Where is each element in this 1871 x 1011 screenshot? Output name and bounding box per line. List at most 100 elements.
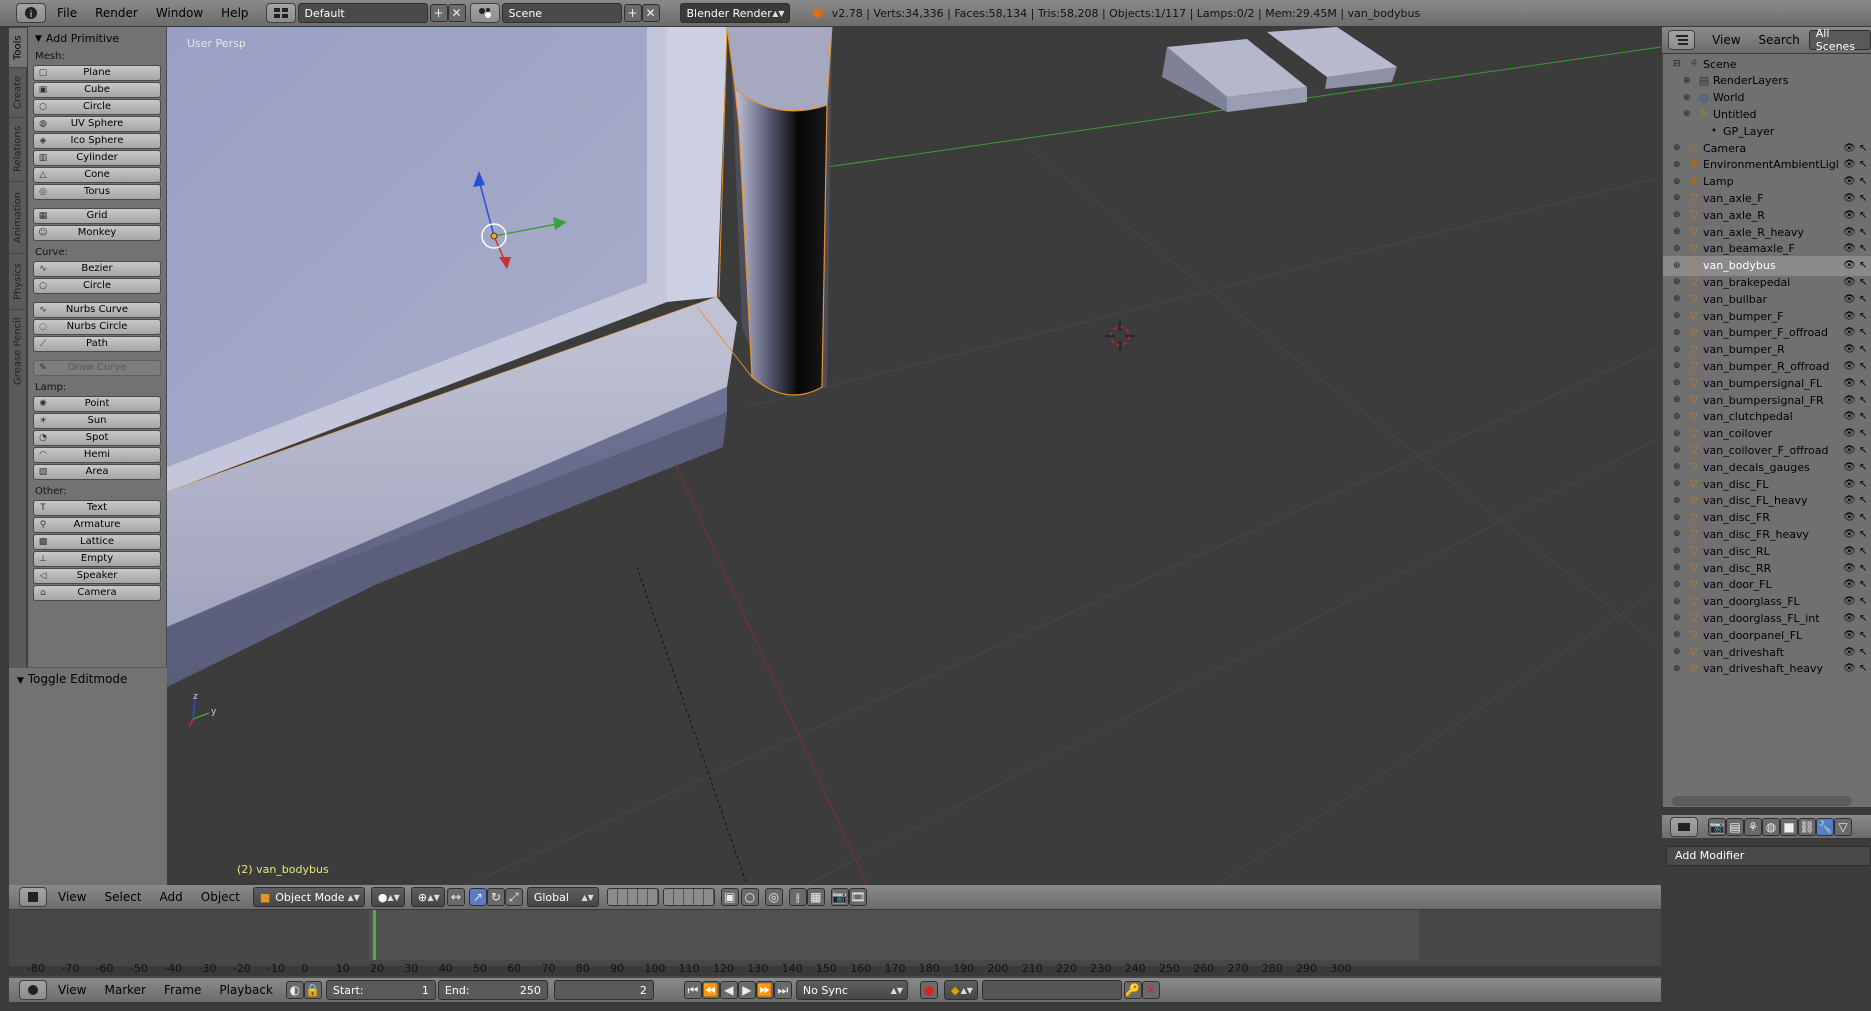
add-lattice-button[interactable]: ▩ Lattice: [33, 534, 161, 550]
mode-dropdown[interactable]: ■ Object Mode ▲▼: [252, 887, 365, 907]
expand-icon[interactable]: ⊕: [1673, 630, 1681, 640]
visibility-eye-icon[interactable]: 👁: [1843, 311, 1856, 322]
visibility-eye-icon[interactable]: 👁: [1843, 495, 1856, 506]
selectable-cursor-icon[interactable]: ↖: [1859, 428, 1867, 439]
visibility-eye-icon[interactable]: 👁: [1843, 479, 1856, 490]
jump-keyframe-back-icon[interactable]: ⏪: [701, 981, 720, 999]
menu-render[interactable]: Render: [86, 6, 147, 20]
expand-icon[interactable]: ⊕: [1673, 613, 1681, 623]
selectable-cursor-icon[interactable]: ↖: [1859, 630, 1867, 641]
editor-type-timeline-button[interactable]: [19, 980, 47, 1000]
visibility-eye-icon[interactable]: 👁: [1843, 143, 1856, 154]
selectable-cursor-icon[interactable]: ↖: [1859, 579, 1867, 590]
add-spot-button[interactable]: ◔ Spot: [33, 430, 161, 446]
expand-icon[interactable]: ⊟: [1673, 59, 1681, 69]
selectable-cursor-icon[interactable]: ↖: [1859, 159, 1867, 170]
menu-select[interactable]: Select: [95, 890, 150, 904]
tab-tools[interactable]: Tools: [9, 27, 27, 67]
expand-icon[interactable]: ⊕: [1673, 513, 1681, 523]
outliner-display-mode[interactable]: All Scenes: [1808, 27, 1871, 53]
menu-window[interactable]: Window: [147, 6, 212, 20]
add-draw-curve-button[interactable]: ✎ Draw Curve: [33, 360, 161, 376]
visibility-eye-icon[interactable]: 👁: [1843, 159, 1856, 170]
insert-keyframe-icon[interactable]: 🔑: [1123, 981, 1142, 999]
add-text-button[interactable]: T Text: [33, 500, 161, 516]
expand-icon[interactable]: ⊕: [1673, 395, 1681, 405]
visibility-eye-icon[interactable]: 👁: [1843, 579, 1856, 590]
play-reverse-icon[interactable]: ◀: [719, 981, 738, 999]
menu-file[interactable]: File: [48, 6, 86, 20]
visibility-eye-icon[interactable]: 👁: [1843, 462, 1856, 473]
add-torus-button[interactable]: ◎ Torus: [33, 184, 161, 200]
remove-scene-button[interactable]: ✕: [641, 4, 660, 22]
expand-icon[interactable]: ⊕: [1673, 378, 1681, 388]
selectable-cursor-icon[interactable]: ↖: [1859, 327, 1867, 338]
opengl-render-icon[interactable]: 📷: [830, 888, 849, 906]
object-tab-icon[interactable]: ■: [1780, 817, 1798, 836]
expand-icon[interactable]: ⊕: [1683, 109, 1691, 119]
jump-start-icon[interactable]: ⏮: [683, 981, 702, 999]
selectable-cursor-icon[interactable]: ↖: [1859, 663, 1867, 674]
expand-icon[interactable]: ⊕: [1673, 664, 1681, 674]
expand-icon[interactable]: ⊕: [1673, 496, 1681, 506]
selectable-cursor-icon[interactable]: ↖: [1859, 613, 1867, 624]
opengl-anim-icon[interactable]: 🎞: [848, 888, 867, 906]
selectable-cursor-icon[interactable]: ↖: [1859, 294, 1867, 305]
render-layers-tab-icon[interactable]: ▤: [1726, 817, 1744, 836]
add-uv-sphere-button[interactable]: ◍ UV Sphere: [33, 116, 161, 132]
delete-keyframe-icon[interactable]: ✕: [1141, 981, 1160, 999]
add-modifier-button[interactable]: Add Modifier: [1666, 846, 1871, 866]
add-empty-button[interactable]: ⊥ Empty: [33, 551, 161, 567]
snap-icon[interactable]: ⫲: [788, 888, 807, 906]
selectable-cursor-icon[interactable]: ↖: [1859, 563, 1867, 574]
data-tab-icon[interactable]: ▽: [1834, 817, 1852, 836]
selectable-cursor-icon[interactable]: ↖: [1859, 227, 1867, 238]
visibility-eye-icon[interactable]: 👁: [1843, 596, 1856, 607]
layer-buttons-2[interactable]: [662, 888, 715, 906]
visibility-eye-icon[interactable]: 👁: [1843, 344, 1856, 355]
expand-icon[interactable]: ⊕: [1673, 597, 1681, 607]
editor-type-info-button[interactable]: i: [16, 3, 46, 23]
add-armature-button[interactable]: ⚲ Armature: [33, 517, 161, 533]
menu-view[interactable]: View: [49, 890, 95, 904]
add-scene-button[interactable]: +: [623, 4, 642, 22]
visibility-eye-icon[interactable]: 👁: [1843, 327, 1856, 338]
3d-viewport[interactable]: y z User Persp (2) van_bodybus: [167, 27, 1661, 885]
add-ico-sphere-button[interactable]: ◈ Ico Sphere: [33, 133, 161, 149]
tab-relations[interactable]: Relations: [9, 117, 27, 181]
manipulator-toggle-icon[interactable]: ↔: [446, 888, 465, 906]
selectable-cursor-icon[interactable]: ↖: [1859, 479, 1867, 490]
tab-create[interactable]: Create: [9, 67, 27, 117]
translate-manipulator-icon[interactable]: ↗: [468, 888, 487, 906]
visibility-eye-icon[interactable]: 👁: [1843, 210, 1856, 221]
current-frame-field[interactable]: 2: [553, 980, 654, 1000]
menu-add[interactable]: Add: [151, 890, 192, 904]
selectable-cursor-icon[interactable]: ↖: [1859, 378, 1867, 389]
snap-target-icon[interactable]: ▦: [806, 888, 825, 906]
selectable-cursor-icon[interactable]: ↖: [1859, 495, 1867, 506]
jump-keyframe-forward-icon[interactable]: ⏩: [755, 981, 774, 999]
selectable-cursor-icon[interactable]: ↖: [1859, 193, 1867, 204]
preview-range-icon[interactable]: ◐: [285, 981, 304, 999]
expand-icon[interactable]: ⊕: [1673, 412, 1681, 422]
expand-icon[interactable]: ⊕: [1673, 277, 1681, 287]
timeline-area[interactable]: -80 -70 -60 -50 -40 -30 -20 -10 0 10 20 30 40 50 60 70 8…: [9, 910, 1661, 988]
visibility-eye-icon[interactable]: 👁: [1843, 663, 1856, 674]
expand-icon[interactable]: ⊕: [1673, 361, 1681, 371]
outliner-item[interactable]: ⊕ ▽ van_driveshaft_heavy 👁 ↖: [1663, 659, 1871, 679]
expand-icon[interactable]: ⊕: [1673, 244, 1681, 254]
visibility-eye-icon[interactable]: 👁: [1843, 647, 1856, 658]
selectable-cursor-icon[interactable]: ↖: [1859, 210, 1867, 221]
visibility-eye-icon[interactable]: 👁: [1843, 546, 1856, 557]
render-tab-icon[interactable]: 📷: [1708, 817, 1726, 836]
editor-type-outliner-button[interactable]: [1668, 30, 1696, 50]
visibility-eye-icon[interactable]: 👁: [1843, 563, 1856, 574]
expand-icon[interactable]: ⊕: [1683, 93, 1691, 103]
expand-icon[interactable]: ⊕: [1673, 647, 1681, 657]
expand-icon[interactable]: ⊕: [1673, 193, 1681, 203]
viewport-shading-dropdown[interactable]: ● ▲▼: [370, 887, 405, 907]
visibility-eye-icon[interactable]: 👁: [1843, 512, 1856, 523]
add-grid-button[interactable]: ▦ Grid: [33, 208, 161, 224]
keying-dropdown[interactable]: ◆ ▲▼: [943, 980, 978, 1000]
add-plane-button[interactable]: ▢ Plane: [33, 65, 161, 81]
